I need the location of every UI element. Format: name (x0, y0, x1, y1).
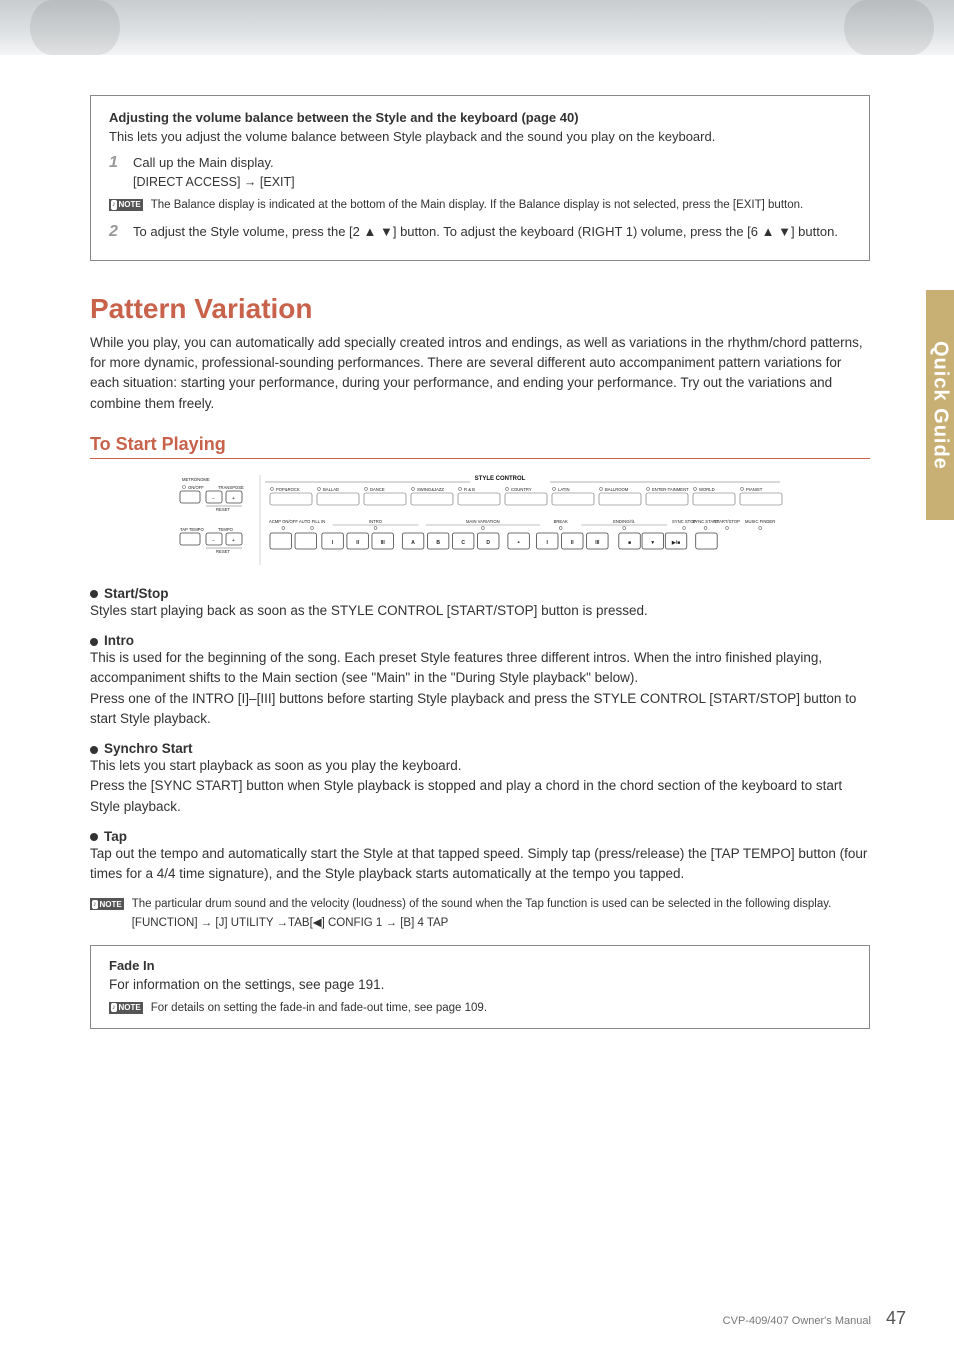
svg-text:BALLROOM: BALLROOM (605, 487, 629, 492)
page-content: Adjusting the volume balance between the… (90, 95, 870, 1029)
box2-body: For information on the settings, see pag… (109, 977, 851, 992)
step-1-body: Call up the Main display. [DIRECT ACCESS… (133, 154, 295, 191)
item-synchro-body: This lets you start playback as soon as … (90, 756, 870, 817)
step-2-body: To adjust the Style volume, press the [2… (133, 223, 838, 242)
svg-text:RESET: RESET (216, 549, 230, 554)
manual-name: CVP-409/407 Owner's Manual (723, 1315, 871, 1327)
svg-text:DANCE: DANCE (370, 487, 385, 492)
box1-note-text: The Balance display is indicated at the … (151, 197, 803, 213)
section-title-pattern-variation: Pattern Variation (90, 293, 870, 325)
side-tab-quick-guide: Quick Guide (926, 290, 954, 520)
svg-text:LATIN: LATIN (558, 487, 570, 492)
step-1-line-a: Call up the Main display. (133, 154, 295, 173)
page-footer: CVP-409/407 Owner's Manual 47 (723, 1308, 906, 1329)
svg-text:−: − (212, 538, 215, 544)
svg-text:ENTER-TAINMENT: ENTER-TAINMENT (652, 487, 689, 492)
item-synchro-head: Synchro Start (90, 741, 870, 756)
adjust-volume-box: Adjusting the volume balance between the… (90, 95, 870, 261)
tap-note-text: The particular drum sound and the veloci… (132, 896, 832, 912)
svg-text:WORLD: WORLD (699, 487, 715, 492)
item-tap-body: Tap out the tempo and automatically star… (90, 844, 870, 885)
item-intro-body: This is used for the beginning of the so… (90, 648, 870, 729)
tap-note-path: [FUNCTION] → [J] UTILITY →TAB[◀] CONFIG … (132, 915, 832, 931)
fade-in-box: Fade In For information on the settings,… (90, 945, 870, 1029)
bullet-icon (90, 746, 98, 754)
tap-note: ♪NOTE The particular drum sound and the … (90, 896, 870, 930)
svg-text:ACMP ON/OFF: ACMP ON/OFF (269, 519, 298, 524)
page-number: 47 (886, 1308, 906, 1328)
step-1: 1 Call up the Main display. [DIRECT ACCE… (109, 154, 851, 191)
svg-text:▼: ▼ (650, 540, 655, 546)
svg-text:+: + (232, 496, 235, 502)
step-1-line-b: [DIRECT ACCESS] → [EXIT] (133, 173, 295, 191)
item-intro-head: Intro (90, 633, 870, 648)
box2-title: Fade In (109, 958, 851, 973)
svg-text:AUTO FILL IN: AUTO FILL IN (299, 519, 325, 524)
box1-title: Adjusting the volume balance between the… (109, 110, 851, 125)
svg-text:III: III (595, 540, 600, 546)
subsection-to-start-playing: To Start Playing (90, 434, 870, 459)
svg-text:■: ■ (628, 540, 631, 546)
section-intro: While you play, you can automatically ad… (90, 333, 870, 414)
box1-note: ♪NOTE The Balance display is indicated a… (109, 197, 851, 213)
svg-text:METRONOME: METRONOME (182, 477, 210, 482)
svg-text:TAP TEMPO: TAP TEMPO (180, 527, 204, 532)
svg-text:RESET: RESET (216, 507, 230, 512)
style-control-panel-diagram: .lbl{font:5px Arial;fill:#222} .lbl2{fon… (170, 473, 790, 568)
page-top-photo-band (0, 0, 954, 55)
note-badge-icon: ♪NOTE (109, 1002, 143, 1014)
svg-text:D: D (486, 540, 490, 546)
svg-text:TRANSPOSE: TRANSPOSE (218, 485, 244, 490)
box1-subtitle: This lets you adjust the volume balance … (109, 129, 851, 144)
svg-text:MAIN VARIATION: MAIN VARIATION (466, 519, 500, 524)
svg-text:BALLAD: BALLAD (323, 487, 339, 492)
svg-text:B: B (436, 540, 440, 546)
svg-text:ON/OFF: ON/OFF (188, 485, 204, 490)
svg-text:BREAK: BREAK (554, 519, 568, 524)
svg-text:TEMPO: TEMPO (218, 527, 234, 532)
note-badge-icon: ♪NOTE (109, 199, 143, 211)
svg-text:START/STOP: START/STOP (714, 519, 740, 524)
svg-text:ENDING/rit.: ENDING/rit. (613, 519, 635, 524)
step-1-number: 1 (109, 154, 123, 191)
svg-text:PIANIST: PIANIST (746, 487, 763, 492)
svg-text:▶/■: ▶/■ (671, 540, 680, 546)
svg-text:POP&ROCK: POP&ROCK (276, 487, 300, 492)
item-startstop-head: Start/Stop (90, 586, 870, 601)
svg-text:⚬: ⚬ (517, 540, 521, 546)
svg-text:INTRO: INTRO (369, 519, 383, 524)
svg-text:+: + (232, 538, 235, 544)
svg-text:III: III (381, 540, 386, 546)
bullet-icon (90, 590, 98, 598)
step-2: 2 To adjust the Style volume, press the … (109, 223, 851, 242)
svg-text:−: − (212, 496, 215, 502)
svg-text:SWING&JAZZ: SWING&JAZZ (417, 487, 444, 492)
bullet-icon (90, 638, 98, 646)
svg-text:STYLE CONTROL: STYLE CONTROL (475, 476, 526, 482)
step-2-number: 2 (109, 223, 123, 242)
note-badge-icon: ♪NOTE (90, 898, 124, 910)
box2-note-text: For details on setting the fade-in and f… (151, 1000, 487, 1016)
bullet-icon (90, 833, 98, 841)
item-tap-head: Tap (90, 829, 870, 844)
tap-note-body: The particular drum sound and the veloci… (132, 896, 832, 930)
svg-text:COUNTRY: COUNTRY (511, 487, 532, 492)
svg-text:MUSIC FINDER: MUSIC FINDER (745, 519, 775, 524)
svg-text:C: C (461, 540, 465, 546)
svg-text:A: A (411, 540, 415, 546)
svg-text:R & B: R & B (464, 487, 475, 492)
box2-note: ♪NOTE For details on setting the fade-in… (109, 1000, 851, 1016)
item-startstop-body: Styles start playing back as soon as the… (90, 601, 870, 621)
